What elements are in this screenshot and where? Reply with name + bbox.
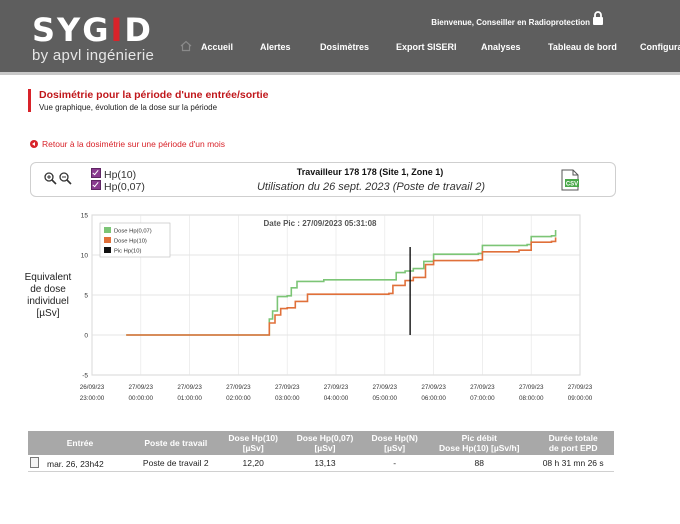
table-cell: - [363,455,427,472]
x-tick-label: 06:00:00 [421,395,446,402]
lock-icon[interactable] [592,11,604,25]
legend-swatch [104,227,111,233]
x-tick-label: 09:00:00 [568,395,593,402]
legend-swatch [104,247,111,253]
x-tick-label: 27/09/23 [324,384,349,391]
y-tick-label: 10 [81,253,89,260]
chart-toolbar: Hp(10) Hp(0,07) Travailleur 178 178 (Sit… [30,162,616,197]
table-cell: Poste de travail 2 [132,455,220,472]
x-tick-label: 27/09/23 [470,384,495,391]
main-nav: Accueil Alertes Dosimètres Export SISERI… [0,40,680,54]
x-tick-label: 01:00:00 [177,395,202,402]
back-link-label: Retour à la dosimétrie sur une période d… [42,139,226,149]
page-title-block: Dosimétrie pour la période d'une entrée/… [28,89,268,112]
back-link[interactable]: Retour à la dosimétrie sur une période d… [30,139,225,149]
x-tick-label: 26/09/23 [80,384,105,391]
document-icon[interactable] [30,457,39,468]
legend-label: Dose Hp(10) [114,239,147,245]
x-tick-label: 27/09/23 [226,384,251,391]
chart-legend: Dose Hp(0,07) Dose Hp(10) Pic Hp(10) [99,222,171,258]
x-tick-label: 27/09/23 [421,384,446,391]
toggle-hp007[interactable]: Hp(0,07) [91,180,145,193]
legend-label: Pic Hp(10) [114,249,141,255]
table-header-cell: Entrée [28,431,132,455]
table-header-row: Entrée Poste de travail Dose Hp(10) [µSv] Do… [28,431,614,455]
nav-dosimetres[interactable]: Dosimètres [320,42,369,52]
x-tick-label: 27/09/23 [519,384,544,391]
toggle-hp007-label: Hp(0,07) [104,181,145,193]
y-tick-label: 0 [84,333,88,340]
csv-export-icon[interactable]: CSV [559,169,581,191]
nav-tableau-de-bord[interactable]: Tableau de bord [548,42,617,52]
table-cell: 13,13 [286,455,364,472]
summary-table: Entrée Poste de travail Dose Hp(10) [µSv] Do… [28,431,614,472]
sygid-logo[interactable]: SYGID by apvl ingénierie [32,14,154,64]
page-title: Dosimétrie pour la période d'une entrée/… [39,89,269,101]
home-icon [180,40,192,52]
table-header-cell: Dose Hp(10) [µSv] [219,431,287,455]
y-tick-label: 15 [81,213,89,220]
x-tick-label: 27/09/23 [177,384,202,391]
table-row[interactable]: mar. 26, 23h42 Poste de travail 2 12,20 13,… [28,455,614,472]
checkbox-hp10[interactable] [91,168,101,178]
back-arrow-icon [30,140,38,148]
checkbox-hp007[interactable] [91,180,101,190]
table-header-cell: Dose Hp(0,07) [µSv] [286,431,364,455]
zoom-out-icon[interactable] [59,172,72,185]
x-tick-label: 08:00:00 [519,395,544,402]
page-subtitle: Vue graphique, évolution de la dose sur … [39,103,218,112]
chart-title: Date Pic : 27/09/2023 05:31:08 [264,219,378,228]
legend-label: Dose Hp(0,07) [114,229,152,235]
x-tick-label: 04:00:00 [324,395,349,402]
app-header: SYGID by apvl ingénierie Bienvenue, Cons… [0,0,680,75]
table-header-cell: Durée totale de port EPD [532,431,614,455]
table-cell: mar. 26, 23h42 [28,455,132,472]
x-tick-label: 05:00:00 [373,395,398,402]
usage-subtitle: Utilisation du 26 sept. 2023 (Poste de t… [256,181,486,193]
dose-chart: 15 10 5 0 -5 26/09/23 23:00:00 27/09/23 00:00:00… [80,213,593,403]
x-tick-label: 23:00:00 [80,395,105,402]
x-tick-label: 27/09/23 [129,384,154,391]
csv-label: CSV [566,182,578,188]
table-header-cell: Pic débit Dose Hp(10) [µSv/h] [426,431,533,455]
x-tick-label: 02:00:00 [226,395,251,402]
table-cell: 08 h 31 mn 26 s [532,455,614,472]
y-tick-label: 5 [84,293,88,300]
worker-title: Travailleur 178 178 (Site 1, Zone 1) [296,167,444,177]
x-tick-label: 27/09/23 [275,384,300,391]
zoom-in-icon[interactable] [44,172,57,185]
table-cell: 88 [426,455,533,472]
table-header-cell: Poste de travail [132,431,220,455]
legend-swatch [104,237,111,243]
x-tick-label: 00:00:00 [129,395,154,402]
zoom-controls [43,171,77,192]
nav-alertes[interactable]: Alertes [260,42,291,52]
x-tick-label: 27/09/23 [568,384,593,391]
table-cell: 12,20 [219,455,287,472]
nav-configuration[interactable]: Configurati [640,42,680,52]
x-tick-label: 07:00:00 [470,395,495,402]
x-tick-label: 27/09/23 [373,384,398,391]
nav-analyses[interactable]: Analyses [481,42,521,52]
table-header-cell: Dose Hp(N) [µSv] [363,431,427,455]
nav-accueil[interactable]: Accueil [201,42,233,52]
nav-export-siseri[interactable]: Export SISERI [396,42,457,52]
y-tick-label: -5 [82,373,88,380]
x-tick-label: 03:00:00 [275,395,300,402]
welcome-text: Bienvenue, Conseiller en Radioprotection [431,18,590,27]
